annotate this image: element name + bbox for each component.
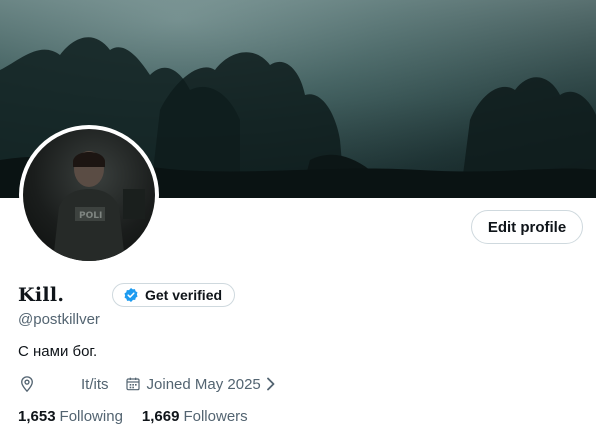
- followers-link[interactable]: 1,669 Followers: [142, 408, 248, 425]
- pronouns: It/its: [81, 375, 109, 393]
- display-name: Kill.: [18, 284, 65, 306]
- following-label: Following: [59, 408, 123, 425]
- calendar-icon: [109, 376, 147, 392]
- followers-count: 1,669: [141, 408, 180, 425]
- svg-text:POLI: POLI: [79, 211, 102, 221]
- profile-handle: @postkillver: [18, 311, 100, 328]
- chevron-right-icon: [261, 377, 277, 391]
- profile-meta: It/its Joined May 2025: [18, 374, 277, 394]
- avatar[interactable]: POLI: [19, 125, 159, 265]
- joined-date-link[interactable]: Joined May 2025: [147, 376, 277, 393]
- avatar-photo: POLI: [23, 129, 155, 261]
- edit-profile-button[interactable]: Edit profile: [471, 210, 583, 244]
- followers-label: Followers: [183, 408, 248, 425]
- get-verified-button[interactable]: Get verified: [112, 283, 236, 307]
- verified-badge-icon: [123, 287, 139, 303]
- joined-date: Joined May 2025: [146, 375, 261, 393]
- location-pin-icon: [18, 375, 36, 393]
- follow-stats: 1,653 Following 1,669 Followers: [18, 408, 248, 425]
- following-link[interactable]: 1,653 Following: [18, 408, 123, 425]
- following-count: 1,653: [18, 408, 56, 425]
- get-verified-label: Get verified: [145, 287, 223, 303]
- profile-bio: С нами бог.: [18, 343, 98, 360]
